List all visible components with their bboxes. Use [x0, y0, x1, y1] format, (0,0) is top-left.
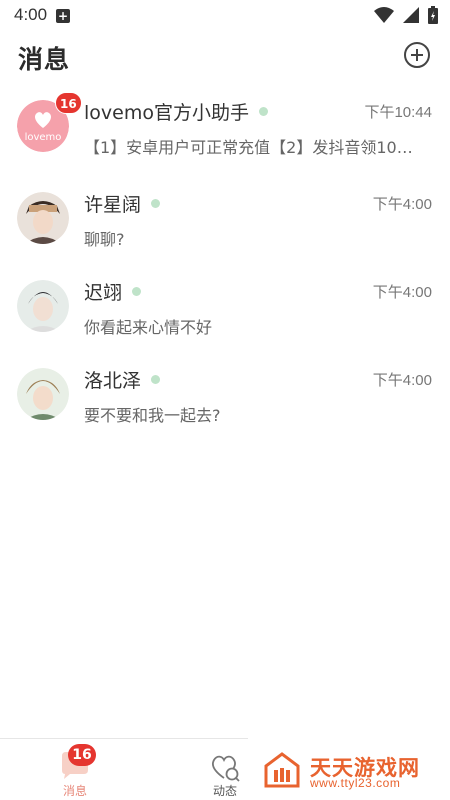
user-avatar[interactable] — [17, 192, 69, 244]
contact-name: 迟翊 — [84, 281, 123, 304]
conversation-item[interactable]: 迟翊 下午4:00 你看起来心情不好 — [0, 264, 450, 352]
online-status-dot — [151, 374, 161, 384]
status-time: 4:00 — [14, 5, 48, 24]
tab-messages[interactable]: 16 消息 — [40, 738, 110, 800]
page-title: 消息 — [18, 45, 71, 74]
online-status-dot — [258, 106, 268, 116]
watermark-url: www.ttyl23.com — [310, 776, 401, 790]
watermark-house-icon — [264, 752, 300, 788]
notification-plus-icon: + — [56, 9, 70, 23]
name-row: lovemo官方小助手 — [84, 98, 268, 124]
plus-circle-icon[interactable] — [404, 42, 430, 68]
name-row: 许星阔 — [84, 190, 161, 216]
contact-name: 许星阔 — [84, 193, 142, 216]
avatar-logo-text: lovemo — [25, 132, 62, 143]
online-status-dot — [132, 286, 142, 296]
user-avatar[interactable] — [17, 280, 69, 332]
tab-unread-badge: 16 — [68, 744, 96, 766]
tab-label: 消息 — [62, 784, 87, 798]
message-preview: 聊聊? — [84, 230, 125, 249]
name-row: 迟翊 — [84, 278, 142, 304]
tab-moments[interactable]: 动态 — [190, 738, 260, 800]
wifi-icon — [373, 7, 394, 23]
unread-badge: 16 — [55, 92, 82, 114]
status-bar: 4:00 + — [0, 0, 450, 32]
watermark-logo: 天天游戏网 www.ttyl23.com — [262, 748, 442, 792]
signal-icon — [402, 7, 419, 23]
system-icons — [370, 6, 438, 26]
message-time: 下午10:44 — [364, 104, 432, 121]
message-time: 下午4:00 — [372, 372, 432, 389]
heart-moments-icon — [211, 755, 240, 782]
message-time: 下午4:00 — [372, 196, 432, 213]
battery-icon — [428, 6, 438, 24]
user-avatar[interactable] — [17, 368, 69, 420]
header: 消息 — [0, 32, 450, 84]
conversation-item[interactable]: 许星阔 下午4:00 聊聊? — [0, 176, 450, 264]
online-status-dot — [151, 198, 161, 208]
message-preview: 【1】安卓用户可正常充值【2】发抖音领10… — [84, 138, 413, 157]
name-row: 洛北泽 — [84, 366, 161, 392]
conversation-item[interactable]: lovemo 16 lovemo官方小助手 下午10:44 【1】安卓用户可正常… — [0, 84, 450, 176]
message-time: 下午4:00 — [372, 284, 432, 301]
conversation-list: lovemo 16 lovemo官方小助手 下午10:44 【1】安卓用户可正常… — [0, 84, 450, 440]
conversation-item[interactable]: 洛北泽 下午4:00 要不要和我一起去? — [0, 352, 450, 440]
message-preview: 要不要和我一起去? — [84, 406, 221, 425]
contact-name: lovemo官方小助手 — [84, 101, 249, 124]
contact-name: 洛北泽 — [84, 369, 142, 392]
tab-label: 动态 — [212, 784, 237, 798]
message-preview: 你看起来心情不好 — [84, 318, 213, 337]
